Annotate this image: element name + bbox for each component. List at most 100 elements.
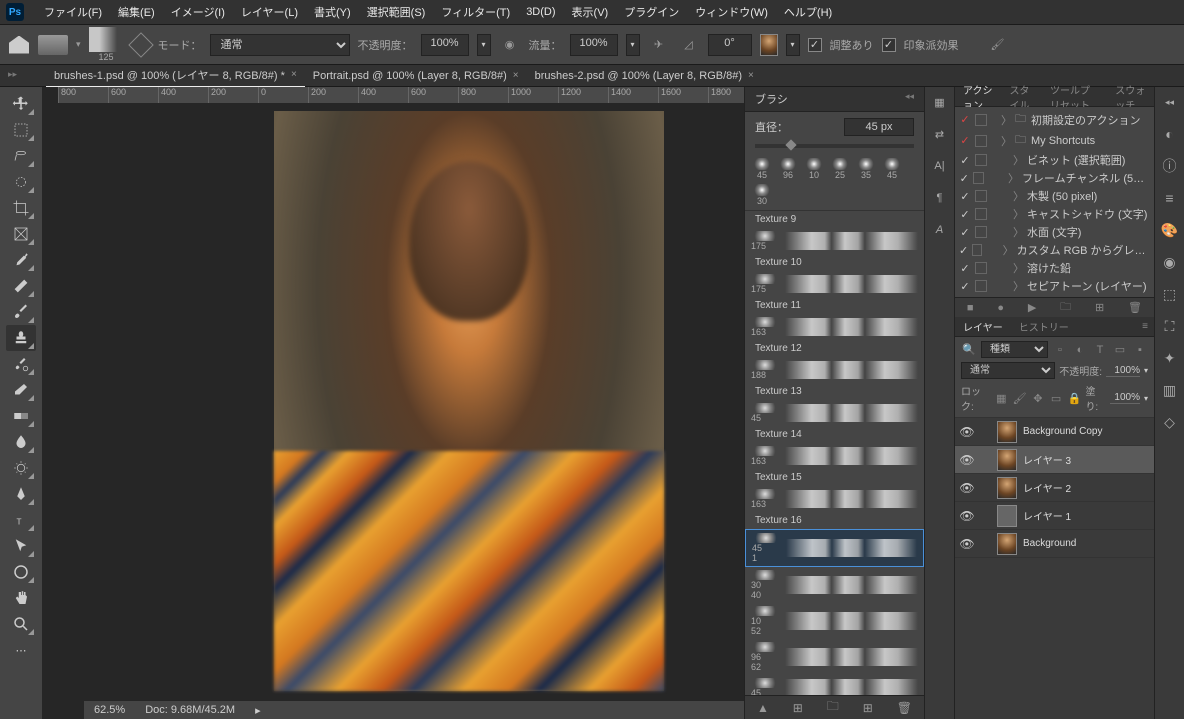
gradients-icon[interactable]: ◉ — [1159, 251, 1181, 273]
menu-edit[interactable]: 編集(E) — [110, 4, 163, 20]
new-set-icon[interactable]: 🗀 — [1060, 298, 1071, 317]
dialog-toggle[interactable] — [975, 262, 987, 274]
check-icon[interactable]: ✓ — [959, 226, 971, 239]
brush-group-label[interactable]: Texture 13 — [745, 383, 924, 400]
visibility-icon[interactable]: 👁 — [959, 453, 975, 467]
layer-thumbnail[interactable] — [997, 449, 1017, 471]
expand-icon[interactable]: ◂◂ — [905, 91, 914, 107]
layer-opacity-field[interactable]: 100% — [1106, 365, 1140, 377]
search-icon[interactable]: 🔍 — [961, 342, 977, 358]
blend-mode-select[interactable]: 通常 — [961, 362, 1055, 379]
properties-icon[interactable]: ≡ — [1159, 187, 1181, 209]
color-icon[interactable]: 🎨 — [1159, 219, 1181, 241]
action-row[interactable]: ✓〉🗀初期設定のアクション — [955, 109, 1154, 130]
layer-name[interactable]: レイヤー 3 — [1023, 452, 1071, 467]
brush-item[interactable]: 45 — [745, 675, 924, 695]
portrait-dropdown[interactable] — [786, 34, 800, 56]
caret-icon[interactable]: 〉 — [1013, 224, 1023, 240]
brush-item[interactable]: 9662 — [745, 639, 924, 675]
eraser-tool[interactable] — [6, 377, 36, 403]
action-row[interactable]: ✓〉水面 (文字) — [955, 223, 1154, 241]
menu-help[interactable]: ヘルプ(H) — [776, 4, 840, 20]
layer-row[interactable]: 👁 Background — [955, 530, 1154, 558]
caret-icon[interactable]: 〉 — [1003, 242, 1013, 258]
stamp-tool[interactable] — [6, 325, 36, 351]
history-brush-tool[interactable] — [6, 351, 36, 377]
tool-preset-icon[interactable] — [38, 35, 68, 55]
gradient-tool[interactable] — [6, 403, 36, 429]
layer-name[interactable]: Background — [1023, 538, 1076, 549]
check-icon[interactable]: ✓ — [959, 244, 968, 257]
brush-item[interactable]: 451 — [745, 529, 924, 567]
brush-size-slider[interactable] — [755, 144, 914, 148]
adjustments-icon[interactable]: ◐ — [1159, 123, 1181, 145]
filter-smart-icon[interactable]: ▪ — [1132, 342, 1148, 358]
brush-item[interactable]: 163 — [745, 314, 924, 340]
layer-row[interactable]: 👁Background Copy — [955, 418, 1154, 446]
document-tab[interactable]: brushes-2.psd @ 100% (Layer 8, RGB/8#)× — [527, 64, 762, 88]
live-tip-icon[interactable]: ⊞ — [793, 701, 803, 715]
canvas-area[interactable]: 8006004002000200400600800100012001400160… — [42, 87, 744, 719]
new-brush-icon[interactable]: ⊞ — [863, 701, 873, 715]
paths-icon[interactable]: ◇ — [1159, 411, 1181, 433]
visibility-icon[interactable]: 👁 — [959, 537, 975, 551]
check-icon[interactable]: ✓ — [959, 190, 971, 203]
close-icon[interactable]: × — [291, 69, 297, 80]
move-tool[interactable] — [6, 91, 36, 117]
dialog-toggle[interactable] — [972, 244, 981, 256]
layer-thumbnail[interactable] — [997, 421, 1017, 443]
brush-settings-icon[interactable]: ▦ — [929, 91, 951, 113]
frame-tool[interactable] — [6, 221, 36, 247]
action-row[interactable]: ✓〉キャストシャドウ (文字) — [955, 205, 1154, 223]
rect-marquee-tool[interactable] — [6, 117, 36, 143]
dodge-tool[interactable] — [6, 455, 36, 481]
character-icon[interactable]: A| — [929, 155, 951, 177]
blur-tool[interactable] — [6, 429, 36, 455]
layer-thumbnail[interactable] — [997, 533, 1017, 555]
angle-field[interactable]: 0° — [708, 34, 752, 56]
clone-source-icon[interactable]: ⇄ — [929, 123, 951, 145]
action-row[interactable]: ✓〉フレームチャンネル (50 pixel) — [955, 169, 1154, 187]
lock-all-icon[interactable]: 🔒 — [1067, 390, 1081, 406]
action-row[interactable]: ✓〉カスタム RGB からグレースケールへ — [955, 241, 1154, 259]
brush-size-field[interactable]: 45 px — [844, 118, 914, 136]
eyedropper-tool[interactable] — [6, 247, 36, 273]
brush-group-label[interactable]: Texture 15 — [745, 469, 924, 486]
portrait-thumb-icon[interactable] — [760, 34, 778, 56]
brush-panel-toggle-icon[interactable] — [128, 32, 153, 57]
brush-item[interactable]: 3040 — [745, 567, 924, 603]
caret-icon[interactable]: 〉 — [1001, 133, 1011, 149]
lock-pos-icon[interactable]: ✥ — [1031, 390, 1045, 406]
document-tab[interactable]: Portrait.psd @ 100% (Layer 8, RGB/8#)× — [305, 64, 527, 88]
histogram-icon[interactable]: ✦ — [1159, 347, 1181, 369]
brush-item[interactable]: 163 — [745, 486, 924, 512]
check-icon[interactable]: ✓ — [959, 134, 971, 147]
canvas-image[interactable] — [274, 111, 664, 691]
menu-window[interactable]: ウィンドウ(W) — [687, 4, 776, 20]
document-tab[interactable]: brushes-1.psd @ 100% (レイヤー 8, RGB/8#) *× — [46, 64, 305, 88]
check-icon[interactable]: ✓ — [959, 113, 971, 126]
mode-select[interactable]: 通常 — [210, 34, 350, 56]
layer-row[interactable]: 👁レイヤー 2 — [955, 474, 1154, 502]
shape-tool[interactable] — [6, 559, 36, 585]
stop-icon[interactable]: ■ — [967, 302, 974, 314]
channels-icon[interactable]: ▥ — [1159, 379, 1181, 401]
filter-pixel-icon[interactable]: ▫ — [1052, 342, 1068, 358]
menu-filter[interactable]: フィルター(T) — [433, 4, 518, 20]
layer-name[interactable]: レイヤー 2 — [1023, 480, 1071, 495]
action-row[interactable]: ✓〉ビネット (選択範囲) — [955, 151, 1154, 169]
quick-select-tool[interactable] — [6, 169, 36, 195]
brush-favorite[interactable]: 96 — [777, 158, 799, 180]
tab-history[interactable]: ヒストリー — [1011, 319, 1077, 334]
caret-icon[interactable]: 〉 — [1013, 188, 1023, 204]
info-icon[interactable]: ⓘ — [1159, 155, 1181, 177]
panel-menu-icon[interactable]: ≡ — [1134, 321, 1154, 332]
menu-file[interactable]: ファイル(F) — [36, 4, 110, 20]
menu-view[interactable]: 表示(V) — [564, 4, 617, 20]
layer-name[interactable]: レイヤー 1 — [1023, 508, 1071, 523]
heal-tool[interactable] — [6, 273, 36, 299]
filter-kind-select[interactable]: 種類 — [981, 341, 1048, 358]
layer-thumbnail[interactable] — [997, 505, 1017, 527]
menu-image[interactable]: イメージ(I) — [163, 4, 233, 20]
menu-layer[interactable]: レイヤー(L) — [233, 4, 306, 20]
